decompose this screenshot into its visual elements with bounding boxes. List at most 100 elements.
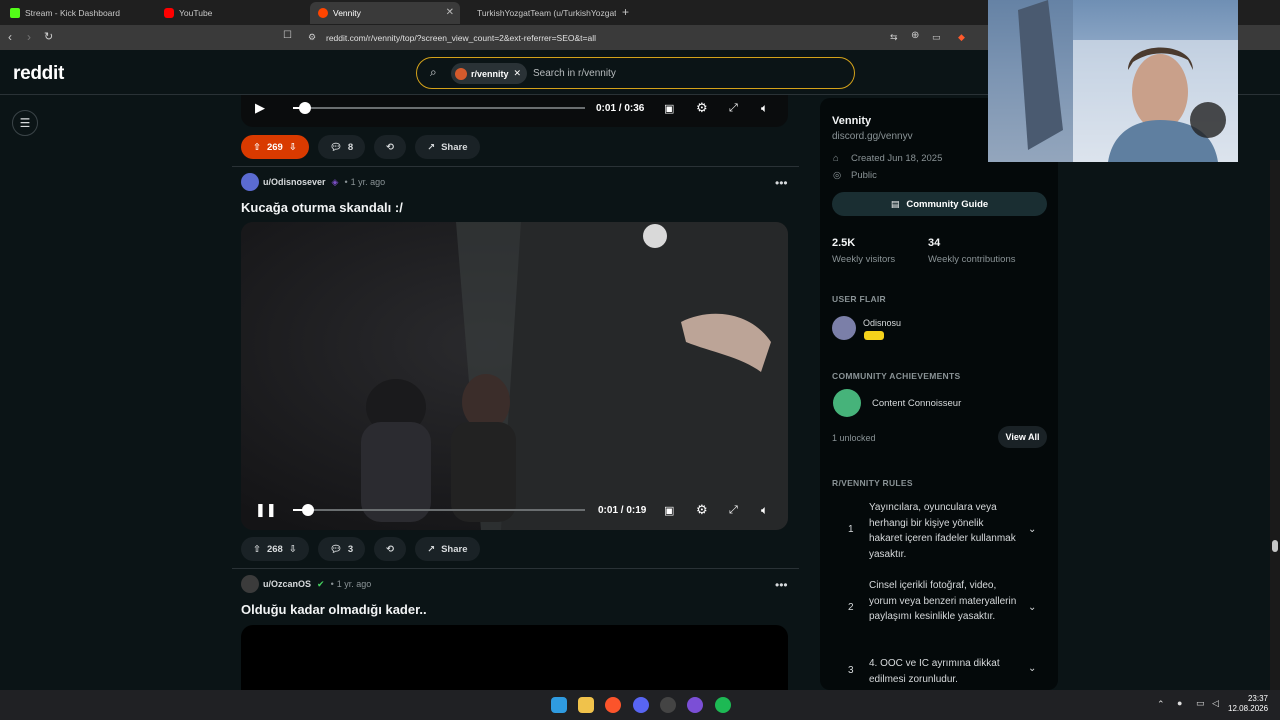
- downvote-icon[interactable]: ⇩: [289, 142, 297, 153]
- tab-youtube[interactable]: YouTube: [156, 2, 308, 24]
- chevron-up-icon[interactable]: ⌃: [1157, 699, 1165, 710]
- crosspost-button[interactable]: ⟲: [374, 135, 407, 159]
- chevron-down-icon[interactable]: ⌄: [1028, 524, 1036, 535]
- flair-icon: ◈: [331, 176, 339, 187]
- rule-item[interactable]: 1 Yayıncılara, oyunculara veya herhangi …: [832, 498, 1047, 564]
- clock-time: 23:37: [1247, 694, 1268, 703]
- volume-icon[interactable]: 🔈︎: [761, 503, 768, 518]
- obs-icon[interactable]: [660, 697, 676, 713]
- flair-username[interactable]: Odisnosu: [863, 318, 901, 328]
- play-icon[interactable]: ▶: [255, 100, 265, 116]
- upvote-icon[interactable]: ⇧: [253, 142, 261, 153]
- comments-button[interactable]: 💬︎ 8: [317, 135, 366, 159]
- more-options-icon[interactable]: •••: [775, 578, 788, 592]
- share-label: Share: [441, 141, 468, 153]
- chevron-down-icon[interactable]: ⌄: [1028, 602, 1036, 613]
- rule-item[interactable]: 3 4. OOC ve IC ayrımına dikkat edilmesi …: [832, 655, 1047, 689]
- crosspost-button[interactable]: ⟲: [374, 537, 407, 561]
- network-icon[interactable]: ▭: [1196, 698, 1205, 709]
- video-time: 0:01 / 0:36: [596, 102, 645, 114]
- discord-icon[interactable]: [633, 697, 649, 713]
- comment-count: 8: [347, 141, 354, 153]
- view-all-button[interactable]: View All: [998, 426, 1047, 448]
- more-options-icon[interactable]: •••: [775, 176, 788, 190]
- brave-browser-icon[interactable]: [605, 697, 621, 713]
- captions-icon[interactable]: ▣: [664, 504, 674, 517]
- fullscreen-icon[interactable]: ⤢: [729, 504, 738, 517]
- url-field[interactable]: reddit.com/r/vennity/top/?screen_view_co…: [300, 28, 980, 47]
- new-tab-button[interactable]: +: [622, 5, 629, 19]
- bookmark-icon[interactable]: ☐: [283, 30, 292, 41]
- stat-label: Weekly contributions: [928, 254, 1016, 265]
- settings-icon[interactable]: ⚙: [696, 502, 708, 518]
- video-progress-bar[interactable]: [293, 504, 585, 516]
- post-meta: u/Odisnosever ◈ • 1 yr. ago: [241, 173, 385, 191]
- volume-icon[interactable]: 🔈︎: [761, 101, 768, 116]
- post-video[interactable]: ❚❚ 0:01 / 0:19 ▣ ⚙ ⤢ 🔈︎: [241, 222, 788, 530]
- spotify-icon[interactable]: [715, 697, 731, 713]
- system-clock[interactable]: 23:37 12.08.2026: [1228, 694, 1268, 714]
- back-icon[interactable]: ‹: [8, 30, 12, 44]
- rule-text: Cinsel içerikli fotoğraf, video, yorum v…: [869, 580, 1017, 622]
- app-icon[interactable]: [687, 697, 703, 713]
- pause-icon[interactable]: ❚❚: [255, 502, 277, 518]
- comment-icon: 💬︎: [329, 141, 342, 153]
- subreddit-search-chip[interactable]: r/vennity ✕: [451, 63, 528, 84]
- file-explorer-icon[interactable]: [578, 697, 594, 713]
- downvote-icon[interactable]: ⇩: [289, 544, 297, 555]
- avatar[interactable]: [241, 575, 259, 593]
- flair-avatar: [832, 316, 856, 340]
- page-scrollbar[interactable]: [1270, 160, 1280, 690]
- progress-knob[interactable]: [302, 504, 314, 516]
- post-video[interactable]: [241, 625, 788, 690]
- fullscreen-icon[interactable]: ⤢: [729, 102, 738, 115]
- clock-date: 12.08.2026: [1228, 704, 1269, 713]
- post-author[interactable]: u/OzcanOS: [263, 579, 311, 589]
- progress-knob[interactable]: [299, 102, 311, 114]
- taskview-icon[interactable]: [551, 697, 567, 713]
- community-guide-button[interactable]: ▤ Community Guide: [832, 192, 1047, 216]
- video-progress-bar[interactable]: [293, 102, 585, 114]
- close-tab-icon[interactable]: ✕: [446, 7, 454, 18]
- post-author[interactable]: u/Odisnosever: [263, 177, 326, 187]
- search-bar[interactable]: ⌕ r/vennity ✕ Search in r/vennity: [416, 57, 855, 89]
- tab-turkishyozgat[interactable]: TurkishYozgatTeam (u/TurkishYozgat: [464, 2, 616, 24]
- reddit-logo[interactable]: reddit: [13, 63, 64, 85]
- post-title[interactable]: Kucağa oturma skandalı :/: [241, 200, 403, 215]
- comments-button[interactable]: 💬︎ 3: [317, 537, 366, 561]
- share-button[interactable]: ↗ Share: [415, 537, 480, 561]
- forward-icon[interactable]: ›: [27, 30, 31, 44]
- community-link[interactable]: discord.gg/vennyv: [832, 131, 913, 142]
- stat-value: 2.5K: [832, 237, 856, 249]
- reload-icon[interactable]: ↻: [44, 30, 53, 43]
- microphone-icon[interactable]: ●: [1177, 698, 1182, 708]
- tab-kick-dashboard[interactable]: Stream - Kick Dashboard: [2, 2, 154, 24]
- guide-label: Community Guide: [906, 198, 989, 210]
- video-controls: ❚❚ 0:01 / 0:19 ▣ ⚙ ⤢ 🔈︎: [241, 493, 788, 527]
- achievement-name[interactable]: Content Connoisseur: [872, 398, 961, 409]
- vote-control[interactable]: ⇧ 269 ⇩: [241, 135, 309, 159]
- share-button[interactable]: ↗ Share: [415, 135, 480, 159]
- subreddit-icon: [455, 67, 467, 80]
- tab-vennity[interactable]: Vennity ✕: [310, 2, 460, 24]
- post-title[interactable]: Olduğu kadar olmadığı kader..: [241, 602, 427, 617]
- settings-icon[interactable]: ⚙: [696, 100, 708, 116]
- community-name: Vennity: [832, 115, 872, 127]
- post-meta: u/OzcanOS ✔ • 1 yr. ago: [241, 575, 371, 593]
- achievements-unlocked: 1 unlocked: [832, 433, 876, 443]
- vote-count: 268: [266, 543, 283, 555]
- avatar[interactable]: [241, 173, 259, 191]
- captions-icon[interactable]: ▣: [664, 102, 674, 115]
- scrollbar-thumb[interactable]: [1272, 540, 1278, 552]
- vote-control[interactable]: ⇧ 268 ⇩: [241, 537, 309, 561]
- upvote-icon[interactable]: ⇧: [253, 544, 261, 555]
- crosspost-icon: ⟲: [386, 543, 395, 555]
- hamburger-icon: ☰: [19, 116, 31, 130]
- clear-chip-icon[interactable]: ✕: [514, 68, 522, 79]
- top-post-video[interactable]: ▶ 0:01 / 0:36 ▣ ⚙ ⤢ 🔈︎: [241, 95, 788, 127]
- achievement-badge-icon: [833, 389, 861, 417]
- speaker-icon[interactable]: ◁: [1212, 698, 1219, 709]
- rule-item[interactable]: 2 Cinsel içerikli fotoğraf, video, yorum…: [832, 576, 1047, 642]
- sidebar-menu-button[interactable]: ☰: [12, 110, 38, 136]
- chevron-down-icon[interactable]: ⌄: [1028, 663, 1036, 674]
